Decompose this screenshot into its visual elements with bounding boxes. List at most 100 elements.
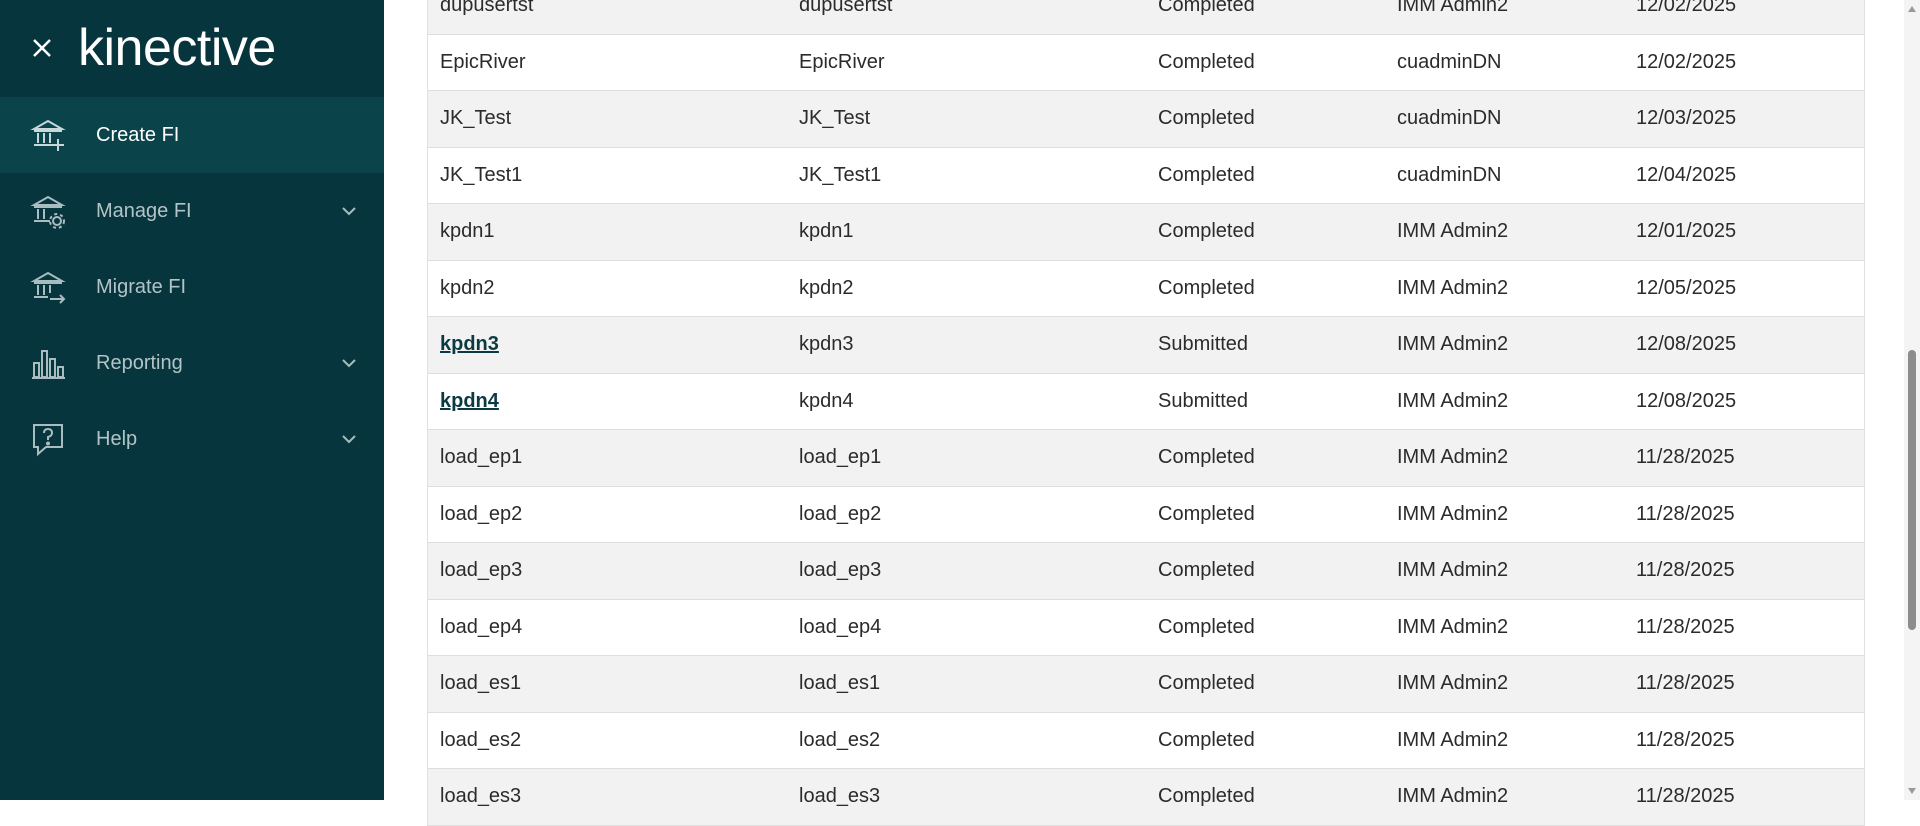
chevron-down-icon[interactable] <box>340 354 358 372</box>
fi-name-link[interactable]: kpdn3 <box>440 333 499 356</box>
close-icon[interactable] <box>28 34 56 62</box>
fi-id-cell: load_ep4 <box>799 615 882 638</box>
table-row: load_es3 load_es3 Completed IMM Admin2 11/28… <box>428 769 1864 826</box>
fi-id-cell: EpicRiver <box>799 50 885 73</box>
user-cell: IMM Admin2 <box>1397 276 1509 299</box>
sidebar: kinective Create FI Manage FI Migrate FI… <box>0 0 384 800</box>
date-cell: 12/03/2025 <box>1636 107 1737 130</box>
date-cell: 11/28/2025 <box>1636 728 1735 751</box>
user-cell: IMM Admin2 <box>1397 672 1509 695</box>
table-row: kpdn2 kpdn2 Completed IMM Admin2 12/05/2025 <box>428 260 1864 317</box>
status-cell: Submitted <box>1158 333 1249 356</box>
fi-name-cell: dupusertst <box>440 0 534 17</box>
table-row: JK_Test1 JK_Test1 Completed cuadminDN 12/04/… <box>428 147 1864 204</box>
status-cell: Completed <box>1158 163 1255 186</box>
user-cell: cuadminDN <box>1397 107 1502 130</box>
nav-item-create-fi[interactable]: Create FI <box>0 97 384 173</box>
date-cell: 12/08/2025 <box>1636 333 1737 356</box>
status-cell: Completed <box>1158 446 1255 469</box>
user-cell: cuadminDN <box>1397 50 1502 73</box>
fi-table: dupusertst dupusertst Completed IMM Admin2 1… <box>427 0 1865 826</box>
status-cell: Completed <box>1158 615 1255 638</box>
table-row: load_es1 load_es1 Completed IMM Admin2 11/28… <box>428 656 1864 713</box>
nav-label-migrate-fi: Migrate FI <box>96 275 187 298</box>
nav-item-help[interactable]: Help <box>0 401 384 477</box>
user-cell: IMM Admin2 <box>1397 502 1509 525</box>
fi-id-cell: load_ep2 <box>799 502 882 525</box>
fi-name-cell: load_es1 <box>440 672 522 695</box>
fi-name-cell: JK_Test <box>440 107 512 130</box>
scroll-down-arrow-icon[interactable] <box>1907 786 1917 796</box>
status-cell: Submitted <box>1158 389 1249 412</box>
fi-name-cell: kpdn1 <box>440 220 495 243</box>
fi-name-cell: load_es2 <box>440 728 522 751</box>
user-cell: IMM Admin2 <box>1397 446 1509 469</box>
fi-name-cell: load_es3 <box>440 785 522 808</box>
fi-id-cell: load_es1 <box>799 672 881 695</box>
fi-id-cell: kpdn4 <box>799 389 854 412</box>
bank-add-icon <box>30 119 66 151</box>
table-row: load_ep3 load_ep3 Completed IMM Admin2 11/28… <box>428 543 1864 600</box>
fi-id-cell: kpdn1 <box>799 220 854 243</box>
fi-id-cell: load_ep3 <box>799 559 882 582</box>
nav-item-manage-fi[interactable]: Manage FI <box>0 173 384 249</box>
status-cell: Completed <box>1158 728 1255 751</box>
table-row: load_ep1 load_ep1 Completed IMM Admin2 11/28… <box>428 430 1864 487</box>
fi-id-cell: load_es2 <box>799 728 881 751</box>
date-cell: 12/05/2025 <box>1636 276 1737 299</box>
status-cell: Completed <box>1158 559 1255 582</box>
fi-name-link[interactable]: kpdn4 <box>440 390 499 413</box>
status-cell: Completed <box>1158 785 1255 808</box>
table-row: kpdn4 kpdn4 Submitted IMM Admin2 12/08/2025 <box>428 373 1864 430</box>
nav-item-reporting[interactable]: Reporting <box>0 325 384 401</box>
user-cell: IMM Admin2 <box>1397 220 1509 243</box>
date-cell: 12/02/2025 <box>1636 50 1737 73</box>
nav-label-reporting: Reporting <box>96 351 183 374</box>
status-cell: Completed <box>1158 276 1255 299</box>
fi-name-cell: EpicRiver <box>440 50 526 73</box>
table-row: load_ep2 load_ep2 Completed IMM Admin2 11/28… <box>428 486 1864 543</box>
status-cell: Completed <box>1158 50 1255 73</box>
fi-id-cell: load_ep1 <box>799 446 882 469</box>
help-bubble-icon <box>33 424 63 457</box>
user-cell: IMM Admin2 <box>1397 559 1509 582</box>
date-cell: 11/28/2025 <box>1636 672 1735 695</box>
table-row: kpdn3 kpdn3 Submitted IMM Admin2 12/08/2025 <box>428 317 1864 374</box>
scrollbar-thumb[interactable] <box>1908 350 1916 630</box>
table-row: kpdn1 kpdn1 Completed IMM Admin2 12/01/2025 <box>428 204 1864 261</box>
user-cell: IMM Admin2 <box>1397 785 1509 808</box>
nav-label-create-fi: Create FI <box>96 123 180 146</box>
status-cell: Completed <box>1158 0 1255 17</box>
vertical-scrollbar[interactable] <box>1904 0 1920 800</box>
user-cell: IMM Admin2 <box>1397 615 1509 638</box>
main-content: dupusertst dupusertst Completed IMM Admin2 1… <box>384 0 1920 826</box>
date-cell: 11/28/2025 <box>1636 559 1735 582</box>
date-cell: 11/28/2025 <box>1636 785 1735 808</box>
user-cell: cuadminDN <box>1397 163 1502 186</box>
date-cell: 11/28/2025 <box>1636 446 1735 469</box>
chevron-down-icon[interactable] <box>340 202 358 220</box>
user-cell: IMM Admin2 <box>1397 0 1509 17</box>
status-cell: Completed <box>1158 220 1255 243</box>
bank-gear-icon <box>30 195 66 229</box>
status-cell: Completed <box>1158 107 1255 130</box>
table-row: JK_Test JK_Test Completed cuadminDN 12/03/20… <box>428 91 1864 148</box>
scroll-up-arrow-icon[interactable] <box>1907 4 1917 14</box>
bank-migrate-icon <box>30 271 66 304</box>
user-cell: IMM Admin2 <box>1397 333 1509 356</box>
fi-name-cell: load_ep2 <box>440 502 523 525</box>
table-row: EpicRiver EpicRiver Completed cuadminDN 12/0… <box>428 34 1864 91</box>
date-cell: 11/28/2025 <box>1636 615 1735 638</box>
nav-label-manage-fi: Manage FI <box>96 199 192 222</box>
fi-name-cell: load_ep1 <box>440 446 523 469</box>
fi-id-cell: load_es3 <box>799 785 881 808</box>
nav-label-help: Help <box>96 427 138 450</box>
bar-chart-icon <box>32 350 65 379</box>
fi-id-cell: JK_Test <box>799 107 871 130</box>
table-row: load_es2 load_es2 Completed IMM Admin2 11/28… <box>428 712 1864 769</box>
chevron-down-icon[interactable] <box>340 430 358 448</box>
status-cell: Completed <box>1158 672 1255 695</box>
fi-name-cell: JK_Test1 <box>440 163 523 186</box>
nav-item-migrate-fi[interactable]: Migrate FI <box>0 249 384 325</box>
fi-id-cell: kpdn3 <box>799 333 854 356</box>
